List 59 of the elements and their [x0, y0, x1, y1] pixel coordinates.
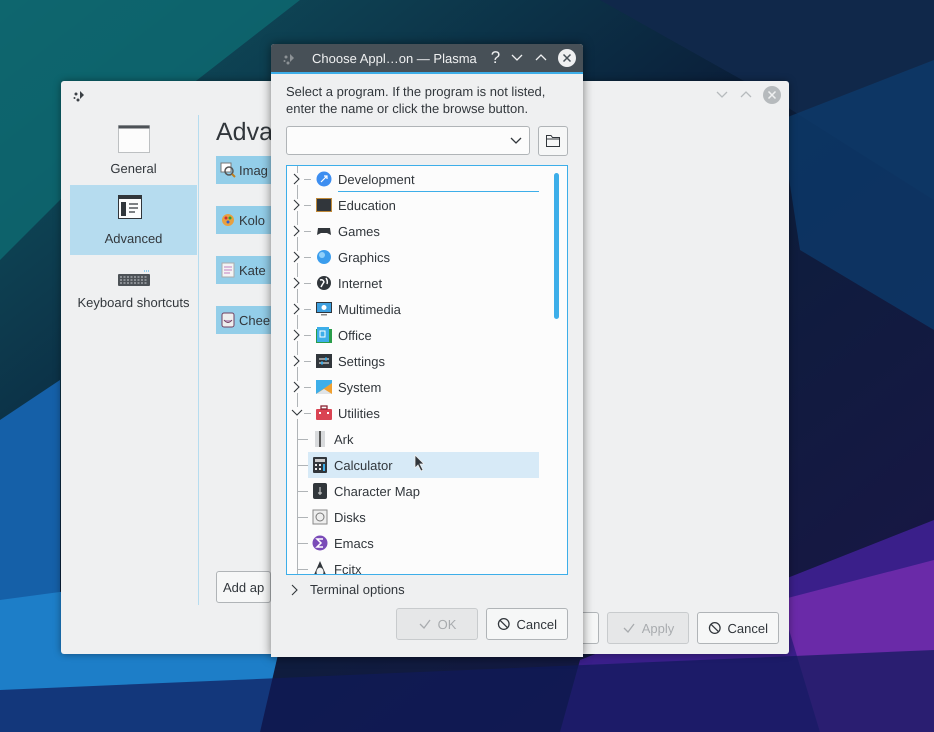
sphere-icon — [316, 249, 332, 265]
app-item[interactable]: Imag — [216, 156, 271, 184]
instruction-text: Select a program. If the program is not listed, enter the name or click the browse button. — [286, 83, 546, 117]
sidebar-item[interactable]: Keyboard shortcuts — [70, 255, 197, 325]
sidebar-item[interactable]: Advanced — [70, 185, 197, 255]
palette-icon — [220, 212, 236, 228]
tree-item[interactable]: Development — [313, 166, 539, 192]
tree-item[interactable]: Calculator — [308, 452, 539, 478]
tree-item[interactable]: Internet — [313, 270, 539, 296]
tree-item[interactable]: Multimedia — [313, 296, 539, 322]
app-icon — [283, 52, 295, 64]
monitor-icon — [316, 301, 332, 317]
tree-item[interactable]: Utilities — [313, 400, 539, 426]
tree-item[interactable]: Education — [313, 192, 539, 218]
tree-item[interactable]: Settings — [313, 348, 539, 374]
tree-item[interactable]: Graphics — [313, 244, 539, 270]
cancel-button[interactable]: Cancel — [697, 612, 779, 644]
page-heading: Adva — [216, 117, 273, 148]
window-icon — [118, 124, 150, 152]
landscape-icon — [316, 379, 332, 395]
tree-item[interactable]: Disks — [308, 504, 539, 530]
toolbox-icon — [316, 405, 332, 421]
sliders-icon — [316, 353, 332, 369]
text-file-icon — [220, 262, 236, 278]
glyph-tile-icon — [312, 483, 328, 499]
help-button[interactable]: ? — [490, 48, 500, 68]
tree-item[interactable]: Office — [313, 322, 539, 348]
tree-item[interactable]: Emacs — [308, 530, 539, 556]
emacs-icon — [312, 535, 328, 551]
cancel-icon — [708, 621, 722, 635]
browse-button[interactable] — [538, 126, 568, 156]
keyboard-icon — [118, 270, 150, 287]
app-icon — [73, 88, 85, 102]
check-icon — [622, 621, 636, 635]
mouse-pointer-icon — [414, 454, 426, 472]
app-item[interactable]: Kate — [216, 256, 271, 284]
close-button[interactable] — [558, 49, 576, 67]
app-item[interactable]: Kolo — [216, 206, 271, 234]
check-icon — [418, 617, 432, 631]
window-title: Choose Appl…on — Plasma — [312, 50, 477, 66]
sidebar-item[interactable]: General — [70, 115, 197, 185]
document-icon — [316, 327, 332, 343]
tree-item[interactable]: Ark — [308, 426, 539, 452]
cancel-button[interactable]: Cancel — [486, 608, 568, 640]
cancel-icon — [497, 617, 511, 631]
circle-icon — [316, 171, 332, 187]
app-item[interactable]: Chee — [216, 306, 271, 334]
tree-item[interactable]: System — [313, 374, 539, 400]
tree-item[interactable]: Games — [313, 218, 539, 244]
folder-icon — [546, 135, 560, 147]
terminal-options-toggle[interactable]: Terminal options — [286, 581, 568, 598]
magnifier-icon — [220, 162, 236, 178]
smile-icon — [220, 312, 236, 328]
zipper-icon — [312, 431, 328, 447]
calculator-icon — [312, 457, 328, 473]
tree-item[interactable]: Character Map — [308, 478, 539, 504]
board-icon — [316, 197, 332, 213]
tree-item[interactable]: Fcitx — [308, 556, 539, 574]
add-button[interactable]: Add ap — [216, 571, 271, 603]
